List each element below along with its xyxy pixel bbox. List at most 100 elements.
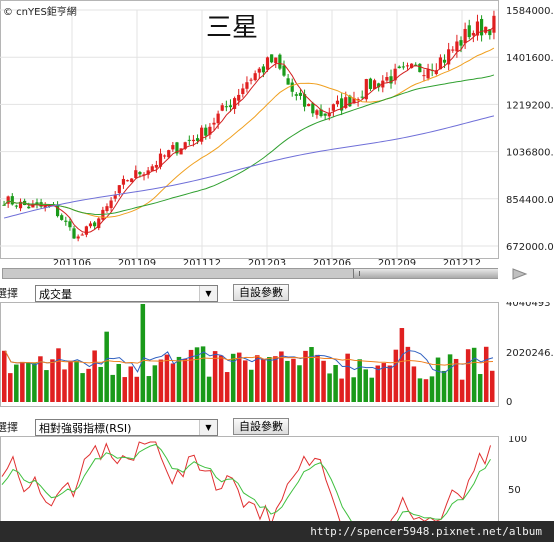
candle-body bbox=[315, 110, 319, 115]
candle-body bbox=[80, 234, 84, 236]
candle-body bbox=[278, 54, 282, 69]
volume-bar bbox=[224, 372, 230, 402]
volume-bar bbox=[122, 377, 128, 402]
candle-body bbox=[10, 196, 14, 205]
volume-bar bbox=[381, 363, 387, 402]
candle-body bbox=[93, 222, 97, 227]
volume-bar bbox=[50, 359, 55, 402]
candle-body bbox=[27, 206, 31, 209]
play-arrow-icon[interactable] bbox=[512, 266, 528, 282]
volume-selector-label: 指標選擇 bbox=[0, 287, 18, 300]
volume-bar bbox=[333, 365, 338, 402]
volume-bar bbox=[176, 356, 182, 402]
candle-body bbox=[138, 172, 142, 175]
candle-body bbox=[270, 54, 274, 63]
candle-body bbox=[401, 66, 405, 68]
volume-bar bbox=[249, 369, 254, 402]
candle-body bbox=[220, 105, 224, 111]
volume-bar bbox=[345, 353, 350, 402]
volume-bar bbox=[285, 360, 290, 402]
volume-bar bbox=[68, 360, 73, 402]
rsi-selected-indicator: 相對強弱指標(RSI) bbox=[39, 422, 132, 435]
volume-bar bbox=[218, 355, 224, 402]
volume-bar bbox=[369, 377, 375, 402]
price-y-tick: 672000.00 bbox=[506, 242, 554, 253]
volume-bar bbox=[465, 349, 471, 402]
volume-indicator-select[interactable]: 成交量 ▼ bbox=[35, 285, 218, 302]
candle-body bbox=[60, 215, 64, 220]
volume-bar bbox=[74, 360, 79, 402]
volume-bar bbox=[309, 347, 314, 402]
price-x-tick: 201209 bbox=[378, 258, 416, 265]
candle-body bbox=[282, 65, 286, 76]
candle-body bbox=[14, 205, 19, 207]
volume-bar bbox=[170, 363, 176, 402]
volume-bar bbox=[459, 379, 465, 402]
candle-body bbox=[397, 66, 401, 69]
candle-body bbox=[471, 32, 475, 36]
chevron-down-icon: ▼ bbox=[199, 420, 217, 435]
candle-body bbox=[76, 236, 80, 239]
volume-bar bbox=[261, 359, 266, 402]
candle-body bbox=[459, 40, 463, 46]
candle-body bbox=[426, 69, 430, 79]
volume-bar bbox=[351, 377, 356, 402]
price-y-tick: 1584000.0 bbox=[506, 6, 554, 17]
scrollbar-grip bbox=[359, 271, 360, 276]
rsi-chart: 100 50 bbox=[0, 436, 527, 522]
rsi-y-tick: 100 bbox=[508, 436, 527, 445]
candle-body bbox=[360, 96, 364, 98]
rsi-indicator-select[interactable]: 相對強弱指標(RSI) ▼ bbox=[35, 419, 218, 436]
candle-body bbox=[274, 57, 278, 64]
volume-bar bbox=[279, 351, 284, 402]
price-y-tick: 1401600.0 bbox=[506, 53, 554, 64]
volume-bar bbox=[273, 356, 278, 402]
candle-body bbox=[294, 94, 298, 96]
volume-bar bbox=[236, 352, 242, 402]
volume-bar bbox=[393, 349, 399, 402]
volume-bar bbox=[158, 359, 164, 402]
volume-settings-button[interactable]: 自設參數 bbox=[233, 284, 289, 301]
candle-body bbox=[451, 49, 455, 51]
candle-body bbox=[163, 155, 167, 157]
volume-bar bbox=[98, 366, 103, 402]
candle-body bbox=[154, 164, 158, 168]
candle-body bbox=[195, 138, 200, 141]
candle-body bbox=[257, 68, 261, 73]
price-x-tick: 201112 bbox=[183, 258, 221, 265]
volume-bar bbox=[2, 350, 7, 402]
time-scrollbar[interactable] bbox=[2, 268, 498, 279]
candle-body bbox=[88, 223, 93, 227]
rsi-indicator-control: 指標選擇 bbox=[0, 418, 18, 436]
price-y-tick: 1219200.0 bbox=[506, 100, 554, 111]
volume-bar bbox=[128, 366, 134, 402]
rsi-selector-label: 指標選擇 bbox=[0, 421, 18, 434]
volume-y-tick: 0 bbox=[506, 397, 512, 408]
volume-indicator-control: 指標選擇 bbox=[0, 284, 18, 302]
volume-bar bbox=[411, 366, 417, 402]
price-x-tick: 201203 bbox=[248, 258, 286, 265]
candle-body bbox=[121, 178, 126, 185]
candle-body bbox=[385, 77, 389, 81]
watermark: http://spencer5948.pixnet.net/album bbox=[0, 521, 554, 542]
price-y-tick: 854400.00 bbox=[506, 195, 554, 206]
candle-body bbox=[265, 57, 270, 70]
volume-bar bbox=[255, 355, 260, 402]
candle-body bbox=[64, 220, 68, 222]
volume-bar bbox=[32, 363, 37, 402]
volume-bar bbox=[20, 361, 25, 402]
volume-bar bbox=[200, 346, 206, 402]
candle-body bbox=[249, 79, 253, 81]
volume-bar bbox=[152, 365, 158, 402]
scrollbar-thumb[interactable] bbox=[353, 269, 498, 278]
candle-body bbox=[405, 65, 410, 67]
candle-body bbox=[134, 170, 138, 179]
volume-bar bbox=[140, 304, 146, 402]
volume-bar bbox=[182, 358, 188, 402]
volume-y-tick: 2020246.5 bbox=[506, 348, 554, 359]
volume-bar bbox=[441, 370, 447, 402]
volume-bar bbox=[267, 357, 272, 402]
candle-body bbox=[117, 185, 121, 194]
price-x-tick: 201212 bbox=[443, 258, 481, 265]
rsi-settings-button[interactable]: 自設參數 bbox=[233, 418, 289, 435]
